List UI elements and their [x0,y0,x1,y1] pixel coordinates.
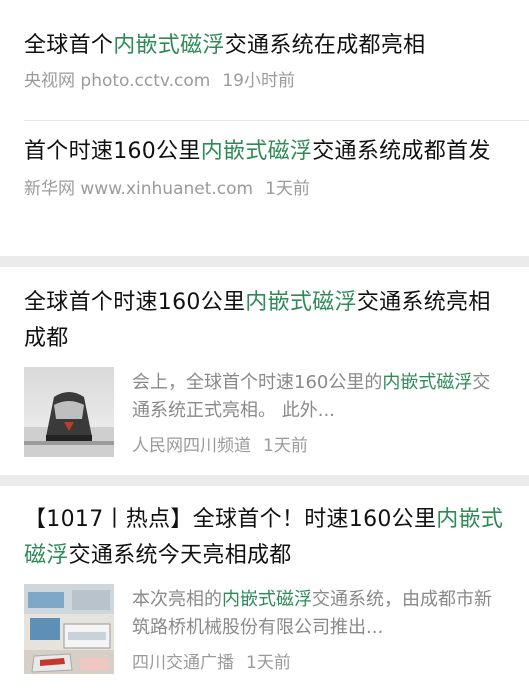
news-thumbnail[interactable] [24,584,114,674]
news-item[interactable]: 全球首个内嵌式磁浮交通系统在成都亮相 央视网 photo.cctv.com 19小… [24,28,505,94]
snippet-text: 会上，全球首个时速160公里的 [132,372,383,393]
title-highlight: 内嵌式磁浮 [245,290,357,315]
news-source: 新华网 www.xinhuanet.com [24,179,254,199]
news-title[interactable]: 全球首个时速160公里内嵌式磁浮交通系统亮相成都 [24,285,505,357]
news-time: 19小时前 [222,71,295,91]
snippet-highlight: 内嵌式磁浮 [222,589,312,610]
title-text: 交通系统成都首发 [312,139,491,164]
title-text: 全球首个 [24,33,114,58]
news-time: 1天前 [246,653,291,673]
title-text: 【1017丨热点】全球首个！时速160公里 [24,507,437,532]
news-item[interactable]: 首个时速160公里内嵌式磁浮交通系统成都首发 新华网 www.xinhuanet… [24,134,505,202]
news-card-2: 全球首个时速160公里内嵌式磁浮交通系统亮相成都 会上，全球首个时速160公里的… [0,267,529,475]
card-gap [0,475,529,486]
news-title[interactable]: 首个时速160公里内嵌式磁浮交通系统成都首发 [24,134,505,170]
title-highlight: 内嵌式磁浮 [113,33,225,58]
maglev-train-image [24,367,114,457]
title-text: 交通系统今天亮相成都 [68,543,292,568]
news-item[interactable]: 全球首个时速160公里内嵌式磁浮交通系统亮相成都 会上，全球首个时速160公里的… [24,285,505,459]
news-snippet: 本次亮相的内嵌式磁浮交通系统，由成都市新筑路桥机械股份有限公司推出... [132,586,505,642]
news-card-3: 【1017丨热点】全球首个！时速160公里内嵌式磁浮 交通系统今天亮相成都 本次亮… [0,486,529,700]
title-text: 交通系统在成都亮相 [224,33,426,58]
snippet-highlight: 内嵌式磁浮 [382,372,473,393]
divider [24,120,529,121]
news-meta: 四川交通广播 1天前 [132,650,505,676]
card-gap [0,256,529,267]
news-item[interactable]: 【1017丨热点】全球首个！时速160公里内嵌式磁浮 交通系统今天亮相成都 本次亮… [24,502,505,676]
news-title[interactable]: 【1017丨热点】全球首个！时速160公里内嵌式磁浮交通系统今天亮相成都 [24,502,505,574]
snippet-text: 本次亮相的 [132,589,222,610]
title-text: 全球首个时速160公里 [24,290,246,315]
news-card-1: 全球首个内嵌式磁浮交通系统在成都亮相 央视网 photo.cctv.com 19小… [0,0,529,256]
news-source: 四川交通广播 [132,653,234,673]
news-meta: 新华网 www.xinhuanet.com 1天前 [24,176,505,202]
news-source: 人民网四川频道 [132,436,251,456]
news-meta: 央视网 photo.cctv.com 19小时前 [24,68,505,94]
news-thumbnail[interactable] [24,367,114,457]
news-time: 1天前 [265,179,310,199]
news-meta: 人民网四川频道 1天前 [132,433,505,459]
exhibition-image [24,584,114,674]
title-text: 首个时速160公里 [24,139,201,164]
news-snippet: 会上，全球首个时速160公里的内嵌式磁浮交通系统正式亮相。 此外... [132,369,505,425]
news-source: 央视网 photo.cctv.com [24,71,211,91]
news-time: 1天前 [263,436,308,456]
title-highlight: 内嵌式磁浮 [200,139,313,164]
news-title[interactable]: 全球首个内嵌式磁浮交通系统在成都亮相 [24,28,505,64]
